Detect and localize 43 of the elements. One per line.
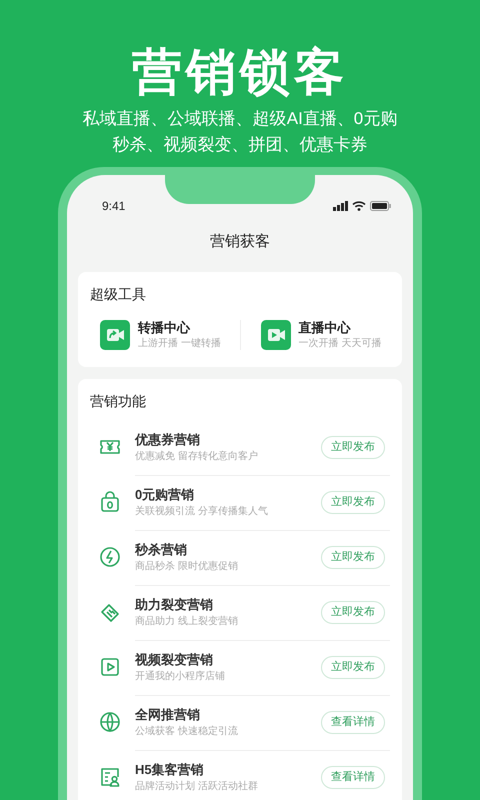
- item-title: 视频裂变营销: [135, 651, 214, 669]
- tool-subtitle: 上游开播 一键转播: [138, 336, 221, 350]
- item-subtitle: 优惠减免 留存转化意向客户: [135, 450, 259, 464]
- item-title: 0元购营销: [135, 486, 196, 504]
- item-title: 秒杀营销: [135, 541, 188, 559]
- item-title: 全网推营销: [135, 706, 201, 724]
- headline: 营销锁客: [132, 44, 348, 100]
- subtitle-line: 秒杀、视频裂变、拼团、优惠卡券: [112, 134, 368, 156]
- item-subtitle: 商品助力 线上裂变营销: [135, 614, 239, 629]
- action-button[interactable]: 立即发布: [321, 656, 385, 679]
- signal-icon: [333, 201, 348, 211]
- play-icon: [99, 656, 121, 678]
- action-button[interactable]: 立即发布: [321, 491, 385, 514]
- subtitle-line: 私域直播、公域联播、超级AI直播、0元购: [82, 108, 398, 130]
- item-subtitle: 品牌活动计划 活跃活动社群: [135, 780, 259, 794]
- section-title: 营销功能: [90, 392, 147, 410]
- tool-title: 转播中心: [138, 318, 192, 336]
- item-title: 优惠券营销: [135, 430, 201, 448]
- lightning-circle-icon: [99, 546, 121, 568]
- tag-icon: [99, 601, 121, 623]
- video-play-icon[interactable]: [260, 320, 290, 350]
- action-button[interactable]: 查看详情: [321, 711, 385, 734]
- item-subtitle: 商品秒杀 限时优惠促销: [135, 560, 239, 574]
- status-time: 9:41: [102, 198, 126, 215]
- item-subtitle: 开通我的小程序店铺: [135, 670, 226, 684]
- battery-icon: [370, 201, 391, 211]
- action-button[interactable]: 立即发布: [321, 546, 385, 569]
- item-title: 助力裂变营销: [135, 596, 214, 614]
- screen-title: 营销获客: [209, 232, 271, 252]
- item-subtitle: 公域获客 快速稳定引流: [135, 724, 239, 739]
- action-button[interactable]: 立即发布: [321, 601, 385, 624]
- item-subtitle: 关联视频引流 分享传播集人气: [135, 504, 269, 519]
- wifi-icon: [352, 201, 366, 211]
- contact-card-icon: [99, 766, 121, 788]
- tool-subtitle: 一次开播 天天可播: [298, 336, 382, 350]
- tool-title: 直播中心: [298, 318, 352, 336]
- action-button[interactable]: 查看详情: [321, 766, 385, 789]
- section-title: 超级工具: [90, 284, 147, 304]
- forward-video-icon[interactable]: [100, 320, 130, 350]
- action-button[interactable]: 立即发布: [321, 436, 385, 458]
- item-title: H5集客营销: [135, 761, 205, 779]
- shopping-bag-icon: [99, 491, 121, 513]
- globe-icon: [99, 711, 121, 733]
